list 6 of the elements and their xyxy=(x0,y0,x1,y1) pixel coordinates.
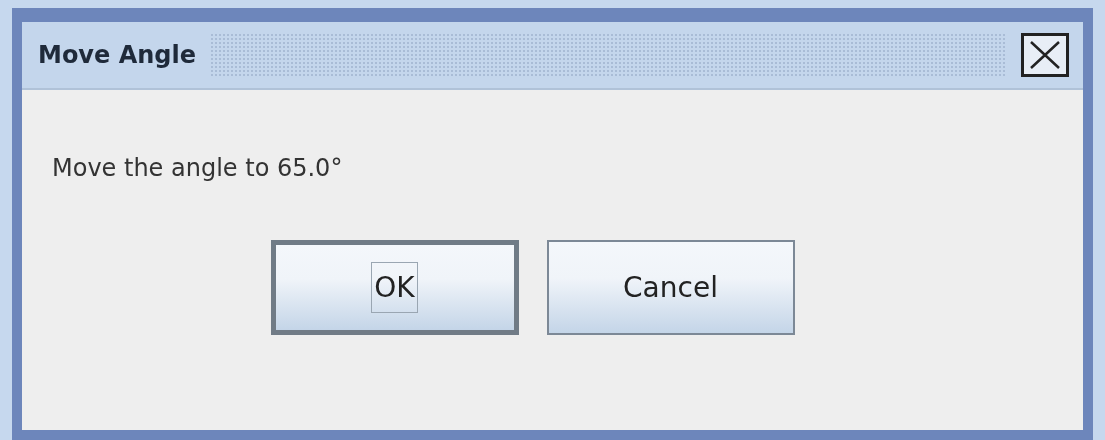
ok-button[interactable]: OK xyxy=(270,240,519,335)
message-text: Move the angle to 65.0° xyxy=(52,154,344,182)
window-title: Move Angle xyxy=(38,41,196,69)
cancel-button[interactable]: Cancel xyxy=(546,240,795,335)
close-icon xyxy=(1028,40,1062,70)
close-button[interactable] xyxy=(1021,33,1069,77)
